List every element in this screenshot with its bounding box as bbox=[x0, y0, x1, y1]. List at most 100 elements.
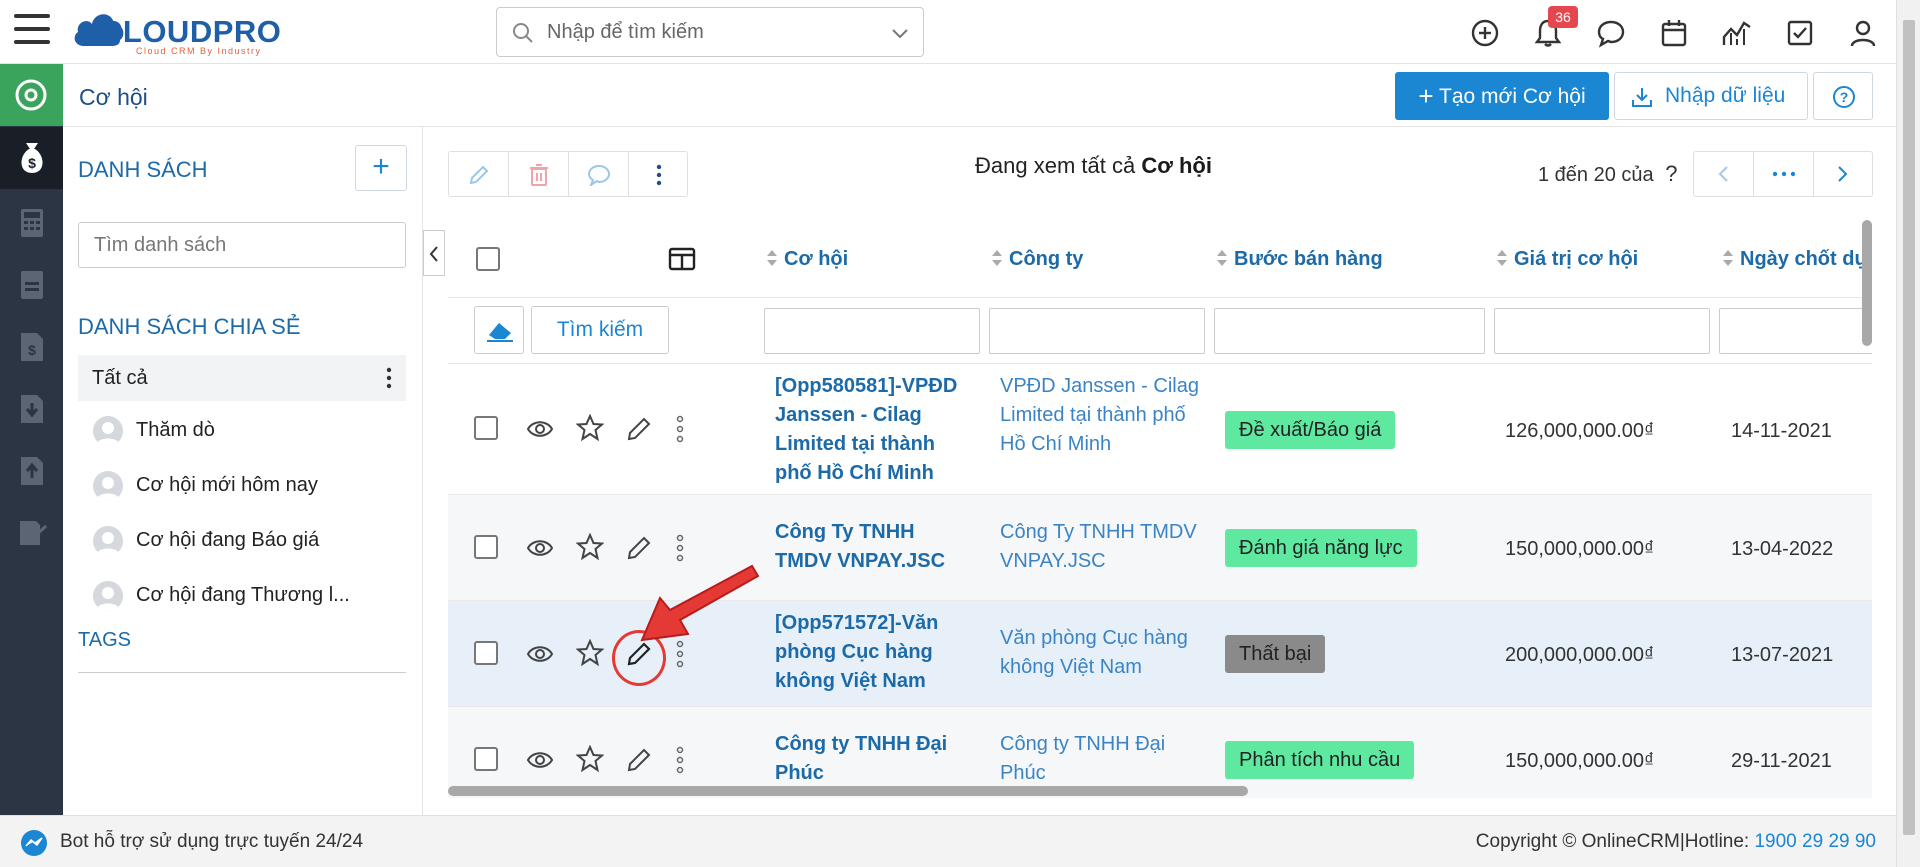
help-button[interactable]: ? bbox=[1813, 72, 1873, 120]
eye-icon[interactable] bbox=[526, 746, 554, 774]
star-icon[interactable] bbox=[576, 533, 604, 561]
list-item[interactable]: Cơ hội đang Báo giá bbox=[93, 523, 393, 557]
more-vertical-icon[interactable] bbox=[676, 415, 684, 443]
support-bot-link[interactable]: Bot hỗ trợ sử dụng trực tuyến 24/24 bbox=[60, 831, 363, 853]
prev-page-button[interactable] bbox=[1694, 152, 1754, 196]
bulk-action-toolbar bbox=[448, 151, 688, 197]
opportunity-link[interactable]: Công ty TNHH Đại Phúc bbox=[775, 730, 965, 788]
hotline-link[interactable]: 1900 29 29 90 bbox=[1754, 831, 1876, 852]
company-link[interactable]: Công ty TNHH Đại Phúc bbox=[1000, 730, 1200, 788]
next-page-button[interactable] bbox=[1814, 152, 1874, 196]
eye-icon[interactable] bbox=[526, 415, 554, 443]
star-icon[interactable] bbox=[576, 745, 604, 773]
svg-text:?: ? bbox=[1840, 89, 1849, 105]
row-checkbox[interactable] bbox=[474, 416, 498, 440]
rail-export[interactable] bbox=[0, 441, 63, 501]
dashboard-rail-button[interactable] bbox=[0, 64, 63, 126]
list-item-label: Cơ hội đang Thương l... bbox=[136, 584, 350, 606]
add-circle-icon[interactable] bbox=[1469, 17, 1501, 49]
rail-contracts[interactable] bbox=[0, 503, 63, 563]
company-link[interactable]: Công Ty TNHH TMDV VNPAY.JSC bbox=[1000, 518, 1200, 576]
filter-value-input[interactable] bbox=[1494, 308, 1710, 354]
opportunity-link[interactable]: [Opp571572]-Văn phòng Cục hàng không Việ… bbox=[775, 609, 965, 696]
clear-filter-button[interactable] bbox=[474, 306, 524, 354]
total-count-unknown[interactable]: ? bbox=[1665, 161, 1677, 186]
column-layout-icon[interactable] bbox=[668, 247, 696, 271]
create-opportunity-button[interactable]: + Tạo mới Cơ hội bbox=[1395, 72, 1609, 120]
rail-opportunities[interactable]: $ bbox=[0, 127, 63, 189]
list-item[interactable]: Cơ hội mới hôm nay bbox=[93, 468, 393, 502]
select-all-checkbox[interactable] bbox=[476, 247, 500, 271]
page-jump-button[interactable] bbox=[1754, 152, 1814, 196]
rail-documents[interactable] bbox=[0, 255, 63, 315]
sales-stage-badge: Phân tích nhu cầu bbox=[1225, 741, 1415, 779]
pencil-icon[interactable] bbox=[625, 415, 653, 443]
opportunity-link[interactable]: Công Ty TNHH TMDV VNPAY.JSC bbox=[775, 518, 965, 576]
rail-calculator[interactable] bbox=[0, 193, 63, 253]
chevron-left-icon bbox=[429, 246, 438, 262]
bulk-more-button[interactable] bbox=[629, 152, 689, 196]
list-search[interactable] bbox=[78, 222, 406, 268]
rail-import[interactable] bbox=[0, 379, 63, 439]
import-data-button[interactable]: Nhập dữ liệu bbox=[1614, 72, 1808, 120]
more-vertical-icon[interactable] bbox=[676, 534, 684, 562]
messenger-icon[interactable] bbox=[20, 829, 48, 857]
list-search-input[interactable] bbox=[79, 223, 405, 267]
more-vertical-icon[interactable] bbox=[676, 746, 684, 774]
global-search-input[interactable] bbox=[547, 18, 867, 46]
row-checkbox[interactable] bbox=[474, 641, 498, 665]
chevron-down-icon[interactable] bbox=[891, 24, 909, 42]
row-checkbox[interactable] bbox=[474, 535, 498, 559]
star-icon[interactable] bbox=[576, 414, 604, 442]
company-link[interactable]: Văn phòng Cục hàng không Việt Nam bbox=[1000, 624, 1200, 682]
calendar-icon[interactable] bbox=[1658, 17, 1690, 49]
page-scrollbar-thumb[interactable] bbox=[1903, 20, 1915, 835]
cloudpro-logo[interactable]: CLOUDPRO Cloud CRM By Industry bbox=[70, 6, 300, 58]
pencil-icon[interactable] bbox=[625, 746, 653, 774]
bulk-delete-button[interactable] bbox=[509, 152, 569, 196]
opportunity-link[interactable]: [Opp580581]-VPĐD Janssen - Cilag Limited… bbox=[775, 372, 965, 488]
filter-opportunity-input[interactable] bbox=[764, 308, 980, 354]
list-item[interactable]: Thăm dò bbox=[93, 413, 393, 447]
hamburger-menu-icon[interactable] bbox=[14, 14, 50, 44]
bulk-edit-button[interactable] bbox=[449, 152, 509, 196]
pencil-icon[interactable] bbox=[625, 534, 653, 562]
list-item[interactable]: Cơ hội đang Thương l... bbox=[93, 578, 393, 612]
column-header-close-date[interactable]: Ngày chốt dự bbox=[1722, 248, 1869, 271]
bulk-comment-button[interactable] bbox=[569, 152, 629, 196]
star-icon[interactable] bbox=[576, 639, 604, 667]
add-list-button[interactable]: + bbox=[355, 145, 407, 191]
chevron-right-icon bbox=[1838, 166, 1848, 182]
column-header-opportunity[interactable]: Cơ hội bbox=[766, 248, 848, 271]
column-header-sales-stage[interactable]: Bước bán hàng bbox=[1216, 248, 1383, 271]
eye-icon[interactable] bbox=[526, 534, 554, 562]
sidebar-collapse-toggle[interactable] bbox=[423, 230, 445, 276]
opportunity-value: 200,000,000.00₫ bbox=[1505, 644, 1655, 666]
company-link[interactable]: VPĐD Janssen - Cilag Limited tại thành p… bbox=[1000, 372, 1200, 459]
filter-stage-input[interactable] bbox=[1214, 308, 1485, 354]
opportunity-value: 150,000,000.00₫ bbox=[1505, 538, 1655, 560]
more-vertical-icon[interactable] bbox=[386, 367, 392, 389]
row-checkbox[interactable] bbox=[474, 747, 498, 771]
table-horizontal-scrollbar[interactable] bbox=[448, 786, 1248, 796]
chat-icon[interactable] bbox=[1595, 17, 1627, 49]
list-item-all[interactable]: Tất cả bbox=[78, 355, 406, 401]
chevron-left-icon bbox=[1718, 166, 1728, 182]
column-header-company[interactable]: Công ty bbox=[991, 248, 1083, 271]
filter-search-button[interactable]: Tìm kiếm bbox=[531, 306, 669, 354]
filter-date-input[interactable] bbox=[1719, 308, 1872, 354]
column-header-value[interactable]: Giá trị cơ hội bbox=[1496, 248, 1638, 271]
reports-chart-icon[interactable] bbox=[1721, 17, 1753, 49]
table-vertical-scrollbar[interactable] bbox=[1862, 220, 1872, 346]
task-checkbox-icon[interactable] bbox=[1784, 17, 1816, 49]
user-profile-icon[interactable] bbox=[1847, 17, 1879, 49]
rail-invoices[interactable]: $ bbox=[0, 317, 63, 377]
svg-text:$: $ bbox=[28, 155, 36, 171]
page-scrollbar[interactable] bbox=[1896, 0, 1920, 867]
target-icon bbox=[15, 79, 47, 111]
global-search[interactable] bbox=[496, 7, 924, 57]
table-row[interactable]: [Opp580581]-VPĐD Janssen - Cilag Limited… bbox=[448, 364, 1872, 495]
filter-company-input[interactable] bbox=[989, 308, 1205, 354]
eye-icon[interactable] bbox=[526, 640, 554, 668]
table-row[interactable]: Công ty TNHH Đại Phúc Công ty TNHH Đại P… bbox=[448, 707, 1872, 798]
